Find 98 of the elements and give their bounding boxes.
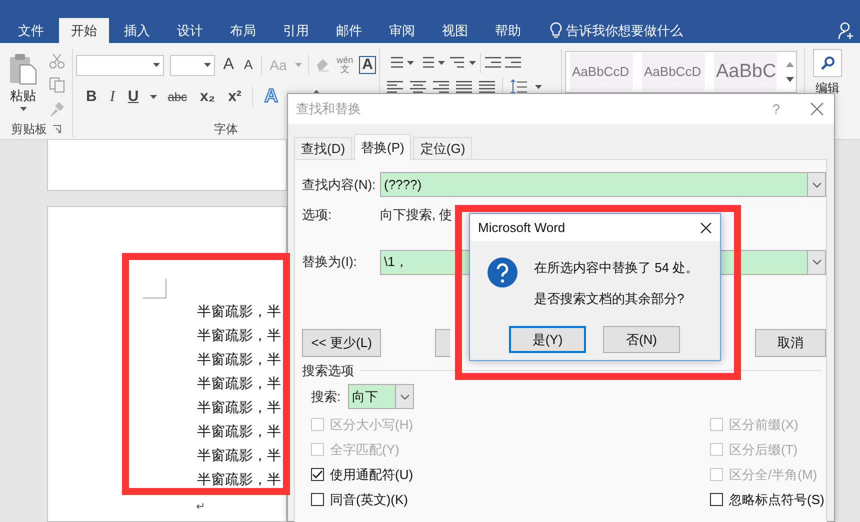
field-label: 选项: — [302, 207, 333, 223]
document-text-line: 半窗疏影，半 — [197, 447, 281, 463]
message-text: 在所选内容中替换了 54 处。 — [534, 260, 699, 275]
cancel-button[interactable]: 取消 — [755, 328, 826, 357]
dialog-tab[interactable]: 替换(P) — [354, 134, 412, 160]
chevron-down-icon[interactable] — [812, 259, 822, 266]
caret-icon[interactable] — [20, 106, 26, 111]
ribbon-tab[interactable]: 帮助 — [483, 18, 533, 43]
chevron-down-icon[interactable] — [400, 394, 410, 400]
caret-icon[interactable] — [438, 61, 445, 65]
paste-icon[interactable] — [9, 53, 37, 85]
font-name-field[interactable] — [76, 54, 164, 76]
caret-icon[interactable] — [152, 63, 160, 67]
copy-icon[interactable] — [49, 77, 65, 93]
group-label: 字体 — [214, 122, 238, 136]
checkbox[interactable] — [311, 468, 324, 482]
dialog-launcher-icon[interactable] — [53, 125, 61, 133]
style-preview[interactable]: AaBbC — [714, 53, 777, 91]
grow-font-button[interactable]: A — [221, 55, 236, 75]
format-button[interactable]: B — [84, 88, 99, 106]
format-button[interactable]: U — [126, 88, 141, 106]
checkbox-label[interactable]: 使用通配符(U) — [330, 466, 414, 482]
person-add-icon[interactable] — [838, 22, 854, 40]
character-border-button[interactable]: A — [359, 56, 376, 74]
document-text-line: 半窗疏影，半 — [197, 327, 281, 343]
checkbox[interactable] — [311, 493, 324, 506]
field-label: 搜索: — [311, 388, 342, 404]
dialog-tab[interactable]: 定位(G) — [413, 137, 472, 159]
align-right-icon[interactable] — [433, 80, 449, 94]
checkmark-icon — [312, 470, 323, 480]
increase-indent-icon[interactable] — [505, 56, 521, 70]
phonetic-guide-button[interactable]: wén 文 — [336, 56, 354, 74]
justify-icon[interactable] — [456, 80, 472, 94]
align-center-icon[interactable] — [410, 80, 426, 94]
format-button[interactable]: x² — [226, 88, 244, 106]
scissors-icon[interactable] — [49, 53, 65, 69]
caret-icon[interactable] — [150, 95, 157, 99]
message-button[interactable]: 是(Y) — [509, 326, 586, 353]
format-button[interactable]: abc — [166, 90, 190, 104]
document-text-line: 半窗疏影，半 — [197, 423, 281, 439]
field-label: 查找内容(N): — [302, 176, 377, 192]
section-title: 搜索选项 — [302, 362, 354, 378]
shrink-font-button[interactable]: A — [242, 57, 255, 73]
ribbon-tab[interactable]: 布局 — [218, 18, 268, 43]
caret-icon[interactable] — [469, 61, 476, 65]
search-direction-field[interactable]: 向下 — [348, 384, 414, 410]
find-field[interactable]: (????) — [380, 172, 826, 197]
dialog-tab[interactable]: 查找(D) — [294, 137, 352, 159]
lightbulb-icon — [550, 22, 562, 39]
caret-icon[interactable] — [407, 61, 414, 65]
scroll-up-icon[interactable] — [786, 62, 794, 67]
document-text-line: 半窗疏影，半 — [197, 303, 281, 319]
document-text-line: 半窗疏影，半 — [197, 351, 281, 367]
style-preview[interactable]: AaBbCcD — [642, 53, 705, 91]
message-text: 是否搜索文档的其余部分? — [534, 291, 684, 306]
group-label: 编辑 — [816, 81, 840, 96]
font-size-field[interactable] — [170, 54, 216, 76]
checkbox-label[interactable]: 同音(英文)(K) — [330, 492, 408, 508]
message-button[interactable]: 否(N) — [603, 326, 680, 353]
scroll-down-icon[interactable] — [786, 77, 794, 82]
crop-mark-icon — [143, 279, 167, 299]
options-summary: 向下搜索, 使 — [380, 207, 452, 223]
caret-icon[interactable] — [204, 63, 212, 67]
ribbon-tab[interactable]: 插入 — [112, 18, 162, 43]
search-button[interactable] — [813, 49, 842, 77]
field-label: 替换为(I): — [302, 254, 358, 270]
format-button[interactable]: x₂ — [198, 88, 218, 106]
ribbon-tab[interactable]: 审阅 — [377, 18, 427, 43]
dialog-title: 查找和替换 — [296, 101, 361, 117]
less-button[interactable]: << 更少(L) — [302, 328, 382, 357]
document-text-line: 半窗疏影，半 — [197, 375, 281, 391]
chevron-down-icon[interactable] — [812, 182, 822, 188]
question-icon — [487, 257, 518, 288]
line-spacing-icon[interactable] — [510, 79, 528, 95]
distributed-icon[interactable] — [479, 80, 495, 94]
ribbon-tab[interactable]: 邮件 — [324, 18, 374, 43]
document-text-line: 半窗疏影，半 — [197, 399, 281, 415]
decrease-indent-icon[interactable] — [485, 56, 501, 70]
multilevel-list-icon[interactable] — [449, 56, 465, 70]
ribbon-tab[interactable]: 设计 — [165, 18, 215, 43]
tell-me-text[interactable]: 告诉我你想要做什么 — [566, 22, 683, 38]
paste-label[interactable]: 粘贴 — [10, 88, 36, 104]
close-icon[interactable] — [700, 222, 712, 234]
ribbon-tab[interactable]: 文件 — [6, 18, 56, 43]
dialog-title: Microsoft Word — [478, 220, 566, 236]
ribbon-tab[interactable]: 视图 — [430, 18, 480, 43]
ribbon-tab[interactable]: 引用 — [271, 18, 321, 43]
group-label: 剪贴板 — [11, 122, 47, 136]
document-text-line: 半窗疏影，半 — [197, 471, 281, 487]
align-left-icon[interactable] — [387, 80, 403, 94]
checkbox-label[interactable]: 忽略标点符号(S) — [729, 492, 824, 508]
ribbon-tab[interactable]: 开始 — [59, 18, 109, 43]
caret-icon[interactable] — [535, 85, 542, 89]
paragraph-mark: ↵ — [196, 501, 205, 513]
style-preview[interactable]: AaBbCcD — [570, 53, 633, 91]
format-button[interactable]: I — [108, 88, 117, 106]
checkbox[interactable] — [710, 493, 723, 506]
search-icon — [820, 56, 834, 70]
